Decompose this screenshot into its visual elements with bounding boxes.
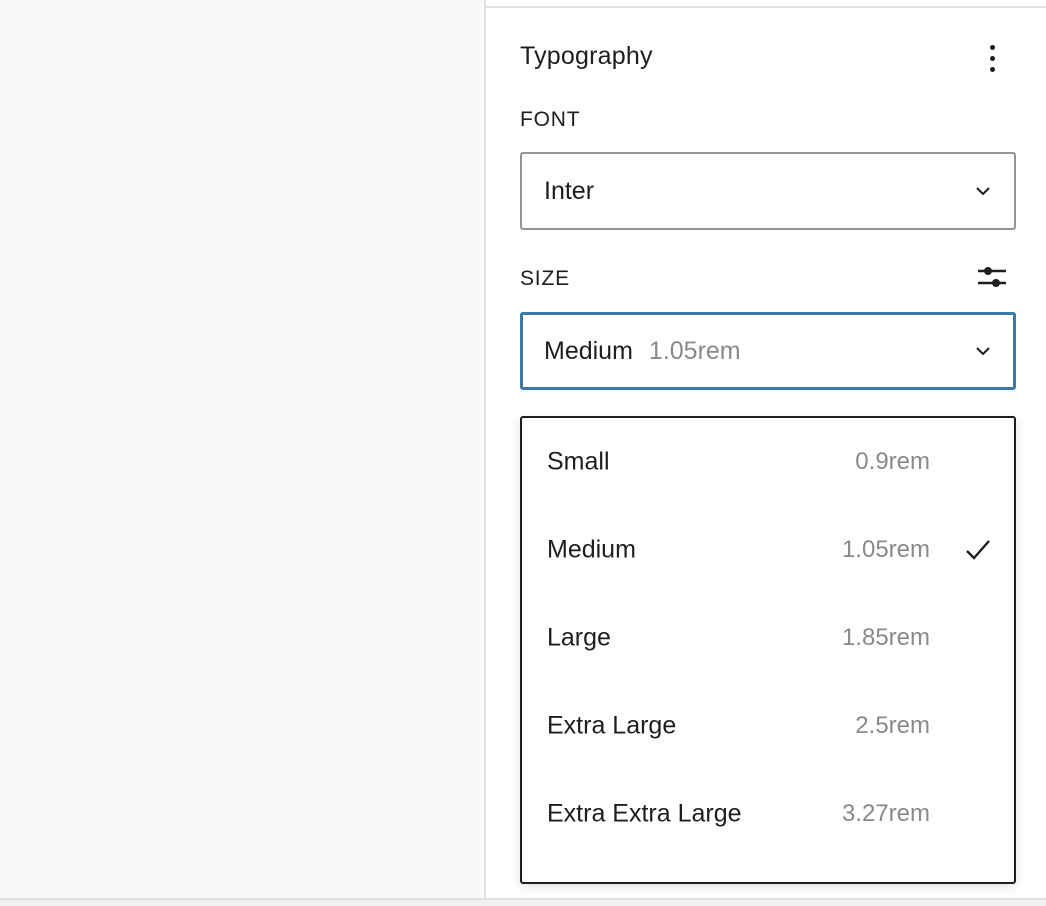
size-option-extra-extra-large[interactable]: Extra Extra Large 3.27rem (522, 770, 1014, 858)
font-select[interactable]: Inter (520, 152, 1016, 230)
more-vertical-icon (989, 44, 995, 72)
option-label: Medium (547, 535, 636, 564)
size-option-extra-large[interactable]: Extra Large 2.5rem (522, 682, 1014, 770)
bottom-divider (0, 898, 1046, 906)
option-label: Small (547, 447, 610, 476)
font-select-value: Inter (544, 176, 595, 205)
option-hint: 0.9rem (855, 448, 930, 475)
option-label: Extra Large (547, 711, 677, 740)
option-label: Extra Extra Large (547, 799, 742, 828)
option-hint: 3.27rem (841, 800, 930, 827)
chevron-down-icon (976, 347, 990, 356)
size-select-hint: 1.05rem (648, 336, 741, 365)
option-hint: 2.5rem (855, 712, 930, 739)
size-select[interactable]: Medium 1.05rem (520, 312, 1016, 390)
settings-sidebar: Typography FONT Inter SIZE Medium 1.05re… (484, 0, 1046, 898)
chevron-down-icon (976, 187, 990, 196)
size-select-value: Medium (544, 336, 633, 365)
check-icon (966, 540, 990, 560)
option-hint: 1.05rem (841, 536, 930, 563)
sliders-icon[interactable] (976, 262, 1008, 292)
option-label: Large (547, 623, 611, 652)
panel-title: Typography (520, 42, 653, 70)
size-label: SIZE (520, 267, 570, 290)
size-option-medium[interactable]: Medium 1.05rem (522, 506, 1014, 594)
option-hint: 1.85rem (841, 624, 930, 651)
size-option-small[interactable]: Small 0.9rem (522, 418, 1014, 506)
more-options-button[interactable] (974, 38, 1010, 78)
editor-canvas[interactable] (0, 0, 484, 906)
size-options-list: Small 0.9rem Medium 1.05rem Large 1.85re… (520, 416, 1016, 884)
font-label: FONT (520, 108, 581, 131)
sidebar-divider (486, 6, 1046, 8)
size-option-large[interactable]: Large 1.85rem (522, 594, 1014, 682)
